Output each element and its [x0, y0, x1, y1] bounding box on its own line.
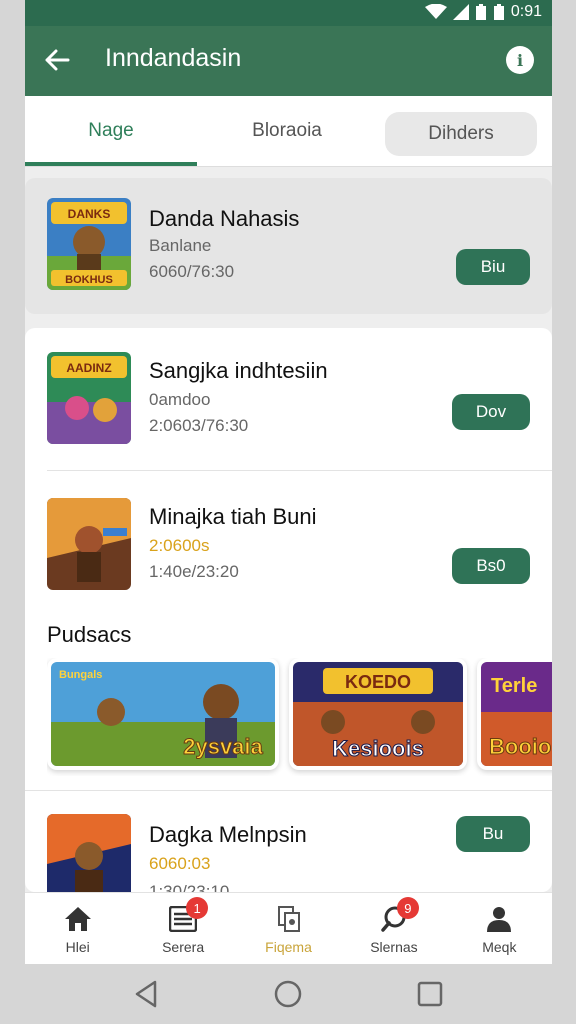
divider: [25, 790, 552, 791]
game-thumbnail: [47, 814, 131, 892]
nav-item-fiqema[interactable]: Fiqema: [236, 893, 341, 964]
game-name: Dagka Melnpsin: [149, 822, 307, 847]
game-subtitle: 2:0600s: [149, 536, 210, 555]
thumb-title: AADINZ: [66, 361, 111, 375]
game-action-button[interactable]: Bs0: [452, 548, 530, 584]
carousel-banner[interactable]: KOEDO Kesioois: [289, 658, 467, 770]
game-list-card: AADINZ Sangjka indhtesiin 0amdoo 2:0603/…: [25, 328, 552, 892]
nav-item-hlei[interactable]: Hlei: [25, 893, 130, 964]
game-time: 2:0603/76:30: [149, 416, 249, 435]
featured-action-button[interactable]: Biu: [456, 249, 530, 285]
tab-bloraoia[interactable]: Bloraoia: [201, 96, 373, 166]
thumb-title-top: DANKS: [68, 207, 111, 221]
tab-dihders[interactable]: Dihders: [385, 112, 537, 156]
game-name: Danda Nahasis: [149, 206, 300, 231]
status-time: 0:91: [510, 3, 542, 20]
game-time: 1:30/23:10: [149, 882, 230, 892]
system-navigation-bar: [0, 964, 576, 1024]
featured-card[interactable]: DANKS BOKHUS Danda Nahasis Banlane 6060/…: [25, 178, 552, 314]
banner-tag: Terle: [491, 675, 537, 697]
thumb-title-bottom: BOKHUS: [65, 274, 113, 286]
wifi-icon: [424, 4, 447, 19]
game-time: 1:40e/23:20: [149, 562, 239, 581]
nav-label: Meqk: [482, 939, 517, 955]
search-icon: 9: [377, 897, 419, 935]
nav-item-serera[interactable]: 1 Serera: [130, 893, 235, 964]
page-title: Inndandasin: [105, 44, 242, 72]
banner-title: Kesioois: [332, 736, 424, 761]
list-item[interactable]: Dagka Melnpsin 6060:03 1:30/23:10 Bu: [25, 812, 552, 892]
app-bar: Inndandasin i: [25, 26, 552, 96]
person-icon: [482, 903, 516, 935]
nav-label: Fiqema: [265, 939, 312, 955]
signal-icon: [452, 4, 469, 20]
game-thumbnail: AADINZ: [47, 352, 131, 444]
home-icon: [61, 903, 95, 935]
list-icon: 1: [166, 897, 209, 935]
home-circle-icon[interactable]: [272, 978, 304, 1010]
arrow-left-icon[interactable]: [41, 44, 73, 76]
notification-badge: 9: [396, 897, 419, 919]
section-title: Pudsacs: [47, 622, 132, 647]
banner-title: 2ysvaia: [183, 734, 263, 759]
featured-carousel[interactable]: Bungals 2ysvaia KOEDO Kesioois Terle Boo…: [47, 658, 552, 776]
game-thumbnail: [47, 498, 131, 590]
nav-item-slernas[interactable]: 9 Slernas: [341, 893, 446, 964]
tab-bar: Nage Bloraoia Dihders: [25, 96, 552, 167]
game-action-button[interactable]: Dov: [452, 394, 530, 430]
divider: [47, 470, 552, 471]
bottom-navigation: Hlei 1 Serera Fiqema 9 Slernas Meqk: [25, 892, 552, 964]
banner-tag: Bungals: [59, 669, 102, 681]
carousel-banner[interactable]: Bungals 2ysvaia: [47, 658, 279, 770]
recents-square-icon[interactable]: [414, 978, 446, 1010]
tab-nage[interactable]: Nage: [25, 96, 197, 166]
status-bar: 0:91: [25, 0, 552, 26]
game-action-button[interactable]: Bu: [456, 816, 530, 852]
list-item[interactable]: Minajka tiah Buni 2:0600s 1:40e/23:20 Bs…: [25, 494, 552, 604]
carousel-banner[interactable]: Terle Booio: [477, 658, 552, 770]
battery-icon: [475, 4, 486, 20]
game-time: 6060/76:30: [149, 262, 235, 281]
status-icons: 0:91: [424, 3, 542, 21]
notification-badge: 1: [186, 897, 209, 919]
nav-label: Serera: [162, 939, 205, 955]
nav-item-meqk[interactable]: Meqk: [447, 893, 552, 964]
app-screen: 0:91 Inndandasin i Nage Bloraoia Dihders…: [25, 0, 552, 964]
game-subtitle: Banlane: [149, 236, 212, 255]
game-name: Minajka tiah Buni: [149, 504, 317, 529]
info-icon[interactable]: i: [506, 46, 534, 74]
game-thumbnail: DANKS BOKHUS: [47, 198, 131, 290]
documents-icon: [272, 903, 306, 935]
list-item[interactable]: AADINZ Sangjka indhtesiin 0amdoo 2:0603/…: [25, 348, 552, 458]
banner-tag: KOEDO: [345, 672, 411, 692]
back-triangle-icon[interactable]: [130, 978, 162, 1010]
banner-title: Booio: [489, 734, 551, 759]
battery-icon-2: [493, 4, 504, 20]
game-subtitle: 6060:03: [149, 854, 211, 873]
game-name: Sangjka indhtesiin: [149, 358, 328, 383]
nav-label: Hlei: [65, 939, 90, 955]
game-subtitle: 0amdoo: [149, 390, 211, 409]
nav-label: Slernas: [370, 939, 418, 955]
